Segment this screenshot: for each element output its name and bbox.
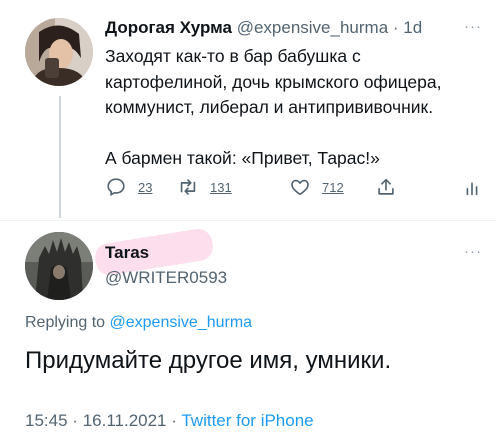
- tweet-text: Придумайте другое имя, умники.: [25, 347, 392, 374]
- user-handle[interactable]: @expensive_hurma: [237, 18, 388, 37]
- like-count: 712: [322, 179, 344, 195]
- replying-prefix: Replying to: [25, 314, 106, 331]
- meta-separator: ·: [171, 411, 177, 430]
- meta-separator: ·: [72, 411, 78, 430]
- meta-separator: ·: [392, 18, 399, 37]
- tweet-actions: 23 131 712: [105, 176, 485, 202]
- tweet-line: Заходят как-то в бар бабушка с: [105, 46, 361, 66]
- replying-handle-link[interactable]: @expensive_hurma: [110, 314, 253, 331]
- user-handle[interactable]: @WRITER0593: [105, 268, 227, 288]
- analytics-icon: [466, 182, 478, 196]
- reply-count: 23: [138, 179, 153, 195]
- tweet-line: коммунист, либерал и антипрививочник.: [105, 97, 434, 117]
- avatar-photo: [25, 18, 93, 86]
- avatar-expensive-hurma[interactable]: [25, 18, 93, 86]
- share-button[interactable]: [375, 176, 397, 198]
- display-name[interactable]: Дорогая Хурма: [105, 18, 232, 37]
- thread-connector-line: [59, 96, 61, 218]
- avatar-taras[interactable]: [25, 232, 93, 300]
- tweet-date[interactable]: 16.11.2021: [83, 411, 167, 430]
- analytics-button[interactable]: [461, 176, 483, 198]
- tweet-text: Заходят как-то в бар бабушка с картофели…: [105, 44, 489, 171]
- retweet-icon: [180, 179, 196, 195]
- retweet-button[interactable]: 131: [177, 176, 232, 198]
- tweet-divider: [0, 220, 496, 221]
- reply-icon: [107, 178, 125, 196]
- more-options-icon[interactable]: ···: [464, 243, 482, 260]
- tweet-line: картофелиной, дочь крымского офицера,: [105, 71, 442, 92]
- replying-to: Replying to @expensive_hurma: [25, 314, 252, 332]
- tweet-header: Дорогая Хурма @expensive_hurma · 1d: [105, 18, 422, 38]
- avatar-photo: [25, 232, 93, 300]
- tweet-time[interactable]: 15:45: [25, 411, 68, 430]
- tweet-age[interactable]: 1d: [403, 18, 422, 37]
- like-button[interactable]: 712: [289, 176, 344, 198]
- share-icon: [378, 178, 394, 195]
- retweet-count: 131: [210, 179, 232, 195]
- tweet-timestamp: 15:45 · 16.11.2021 · Twitter for iPhone: [25, 411, 314, 431]
- more-options-icon[interactable]: ···: [464, 18, 482, 35]
- client-link[interactable]: Twitter for iPhone: [181, 411, 313, 430]
- heart-icon: [291, 179, 309, 196]
- display-name[interactable]: Taras: [105, 243, 149, 263]
- reply-button[interactable]: 23: [105, 176, 152, 198]
- tweet-line: А бармен такой: «Привет, Тарас!»: [105, 147, 380, 168]
